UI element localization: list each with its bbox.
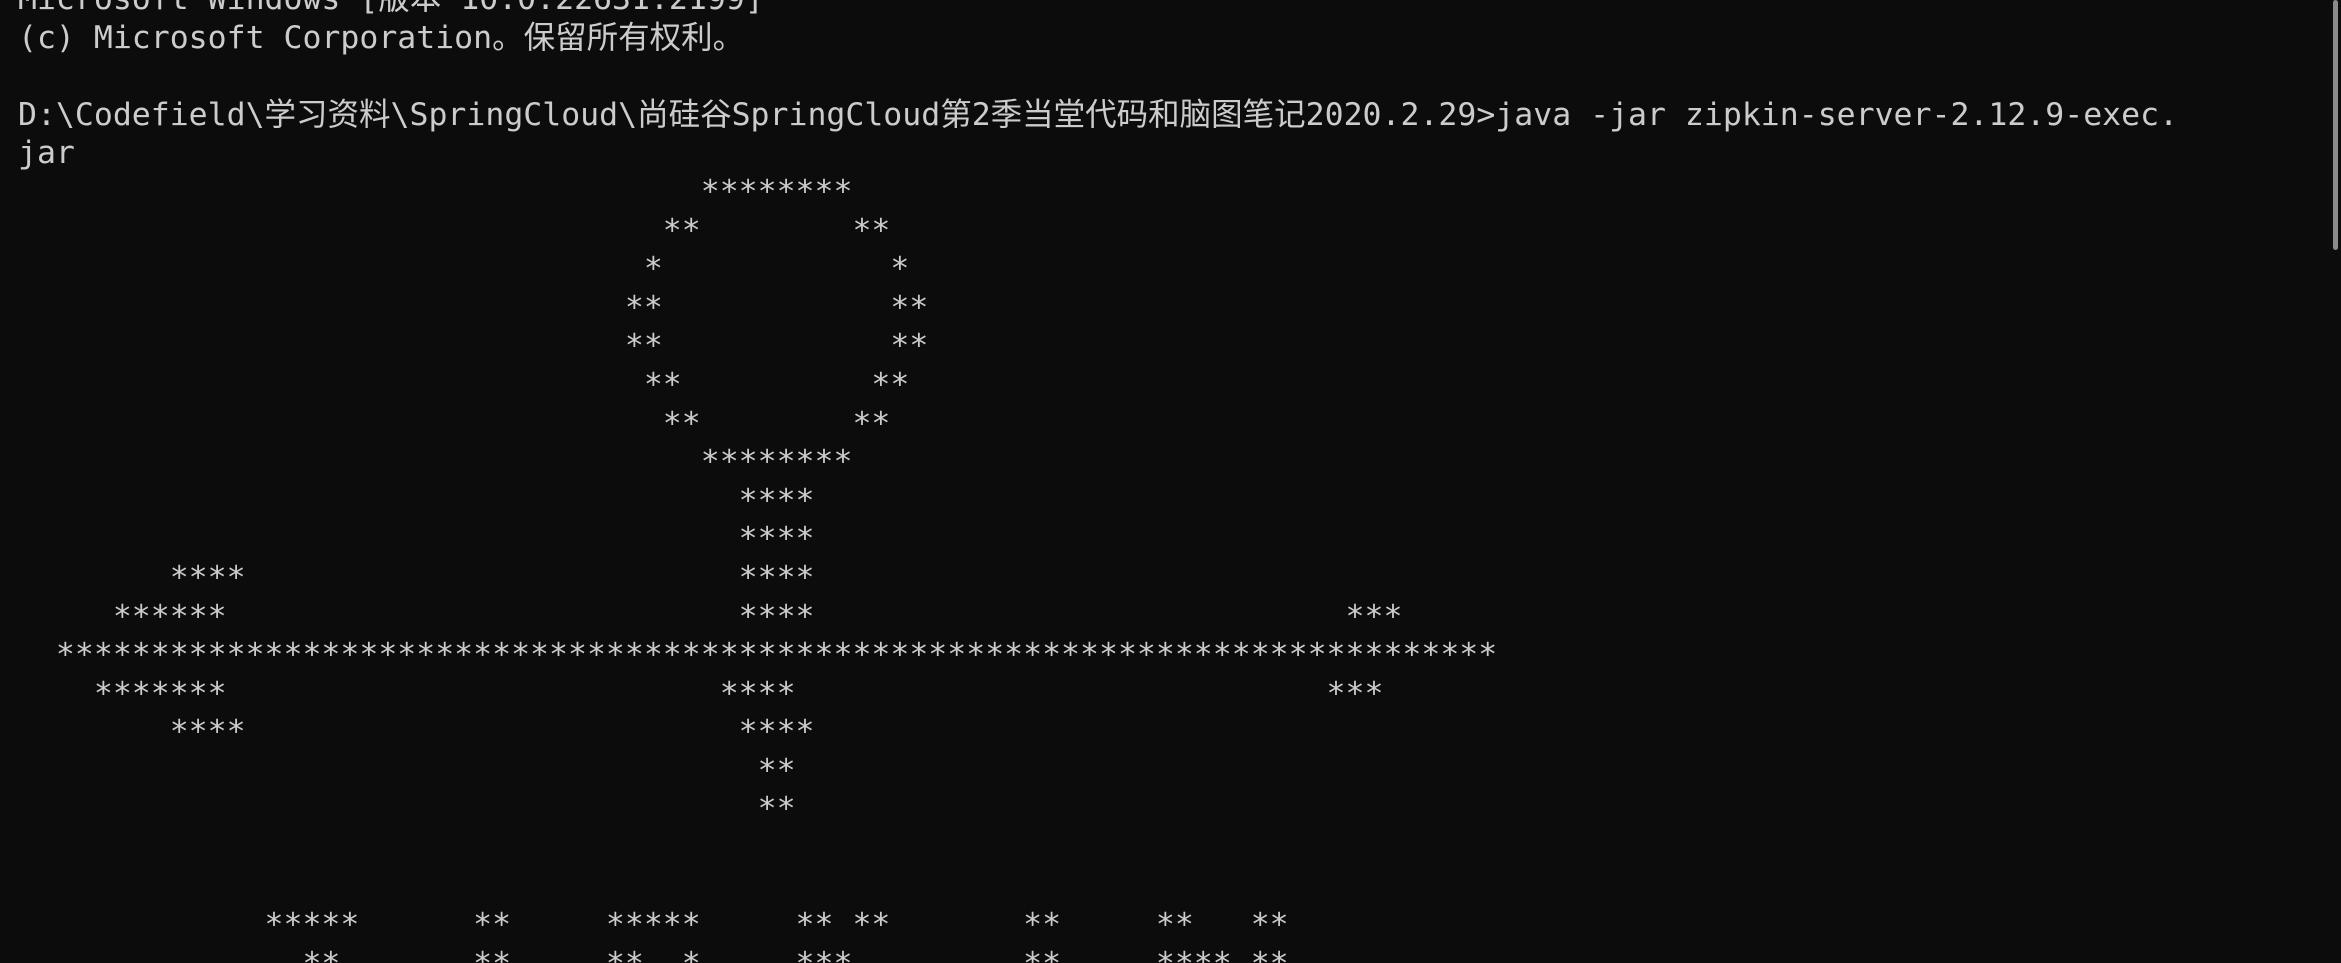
ascii-art-line: **** **** [18, 559, 815, 596]
ascii-art-line: ******** [18, 173, 853, 210]
ascii-banner-line: ***** ** ***** ** ** ** ** ** [18, 907, 1289, 944]
ascii-art-line: ** ** [18, 289, 929, 326]
command-prompt-line-wrap: jar [18, 135, 75, 172]
ascii-art-line: * * [18, 251, 910, 288]
ascii-art-line: ******** [18, 444, 853, 481]
ascii-art-line: **** **** [18, 714, 815, 751]
ascii-art-line: ** [18, 752, 796, 789]
ascii-art-line: ** ** [18, 328, 929, 365]
scrollbar-thumb[interactable] [2333, 0, 2338, 250]
ascii-art-line: ** ** [18, 212, 891, 249]
terminal-line: Microsoft Windows [版本 10.0.22631.2199] [18, 0, 2178, 19]
ascii-art-line: ****************************************… [18, 637, 1498, 674]
terminal-output[interactable]: Microsoft Windows [版本 10.0.22631.2199](c… [18, 0, 2178, 963]
ascii-art-line: ** [18, 791, 796, 828]
ascii-banner-line: ** ** ** * *** ** **** ** [18, 945, 2178, 963]
command-prompt-line: D:\Codefield\学习资料\SpringCloud\尚硅谷SpringC… [18, 96, 2179, 133]
ascii-art-line: **** [18, 482, 815, 519]
ascii-art-line: ** ** [18, 366, 910, 403]
vertical-scrollbar[interactable] [2327, 0, 2341, 963]
terminal-window[interactable]: Microsoft Windows [版本 10.0.22631.2199](c… [0, 0, 2341, 963]
terminal-line: (c) Microsoft Corporation。保留所有权利。 [18, 19, 745, 56]
ascii-art-line: ****** **** *** [18, 598, 1403, 635]
ascii-art-line: ** ** [18, 405, 891, 442]
ascii-art-line: ******* **** *** [18, 675, 1384, 712]
ascii-art-line: **** [18, 521, 815, 558]
